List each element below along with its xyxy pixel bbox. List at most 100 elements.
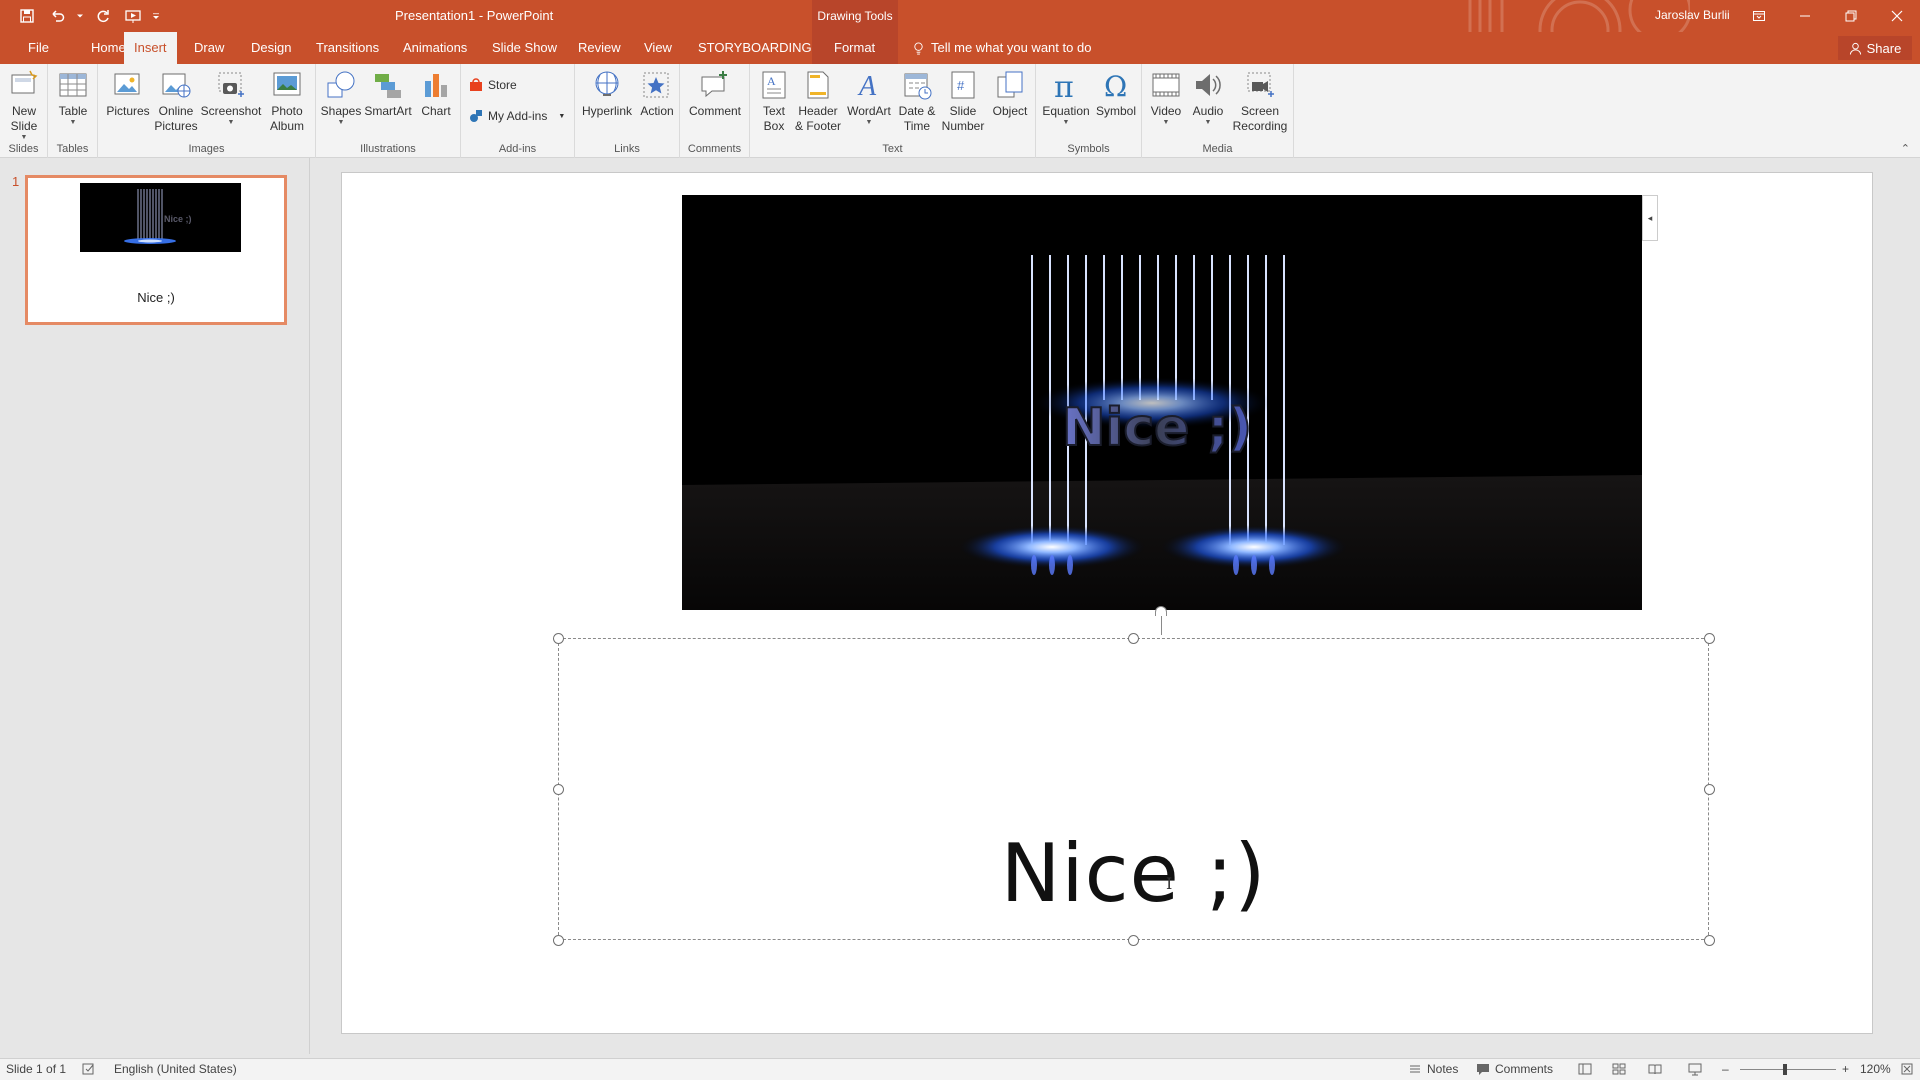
smartart-button[interactable]: SmartArt (363, 68, 413, 119)
ribbon-display-options-button[interactable] (1736, 0, 1782, 32)
zoom-slider-thumb[interactable] (1783, 1064, 1787, 1075)
slide-number-button[interactable]: # Slide Number (940, 68, 986, 134)
chevron-down-icon: ▼ (1204, 119, 1212, 126)
tab-format[interactable]: Format (824, 32, 885, 64)
undo-icon[interactable] (44, 3, 70, 29)
my-add-ins-button[interactable]: My Add-ins ▼ (469, 109, 565, 123)
tab-review[interactable]: Review (568, 32, 631, 64)
action-button[interactable]: Action (637, 68, 677, 119)
online-pictures-button[interactable]: Online Pictures (154, 68, 198, 134)
new-slide-button[interactable]: New Slide ▼ (4, 68, 44, 142)
slide-sorter-icon[interactable] (1612, 1062, 1626, 1076)
tab-draw[interactable]: Draw (184, 32, 234, 64)
screenshot-icon (214, 68, 248, 102)
tab-slide-show[interactable]: Slide Show (482, 32, 567, 64)
comment-button[interactable]: Comment (686, 68, 744, 119)
notes-button[interactable]: Notes (1408, 1062, 1458, 1076)
audio-button[interactable]: Audio ▼ (1188, 68, 1228, 127)
symbol-button[interactable]: Ω Symbol (1094, 68, 1138, 119)
photo-album-button[interactable]: Photo Album (262, 68, 312, 134)
reading-view-icon[interactable] (1648, 1062, 1662, 1076)
equation-button[interactable]: π Equation ▼ (1038, 68, 1094, 127)
resize-handle-bottom-left[interactable] (553, 935, 564, 946)
customize-qat-icon[interactable] (150, 3, 162, 29)
text-placeholder[interactable]: Nice ;) (558, 638, 1709, 940)
zoom-slider[interactable] (1740, 1069, 1836, 1070)
shapes-button[interactable]: Shapes ▼ (320, 68, 362, 127)
date-time-button[interactable]: Date & Time (894, 68, 940, 134)
resize-handle-right[interactable] (1704, 784, 1715, 795)
comments-button[interactable]: Comments (1476, 1062, 1553, 1076)
hyperlink-icon (590, 68, 624, 102)
group-media: Video ▼ Audio ▼ Screen Recording Media (1142, 64, 1294, 158)
video-button[interactable]: Video ▼ (1144, 68, 1188, 127)
date-time-label-2: Time (903, 119, 931, 133)
notes-label: Notes (1427, 1062, 1459, 1076)
collapse-ribbon-chevron-icon[interactable]: ⌃ (1901, 142, 1910, 155)
group-label-illustrations: Illustrations (360, 143, 416, 155)
language-indicator[interactable]: English (United States) (114, 1062, 237, 1076)
slide-show-icon[interactable] (1688, 1062, 1702, 1076)
start-from-beginning-icon[interactable] (120, 3, 146, 29)
screenshot-button[interactable]: Screenshot ▼ (201, 68, 261, 127)
picture-side-handle[interactable]: ◂ (1642, 195, 1658, 241)
hyperlink-button[interactable]: Hyperlink (579, 68, 635, 119)
tell-me-text: Tell me what you want to do (931, 40, 1092, 55)
resize-handle-top[interactable] (1128, 633, 1139, 644)
rotation-handle[interactable] (1155, 606, 1167, 616)
chart-button[interactable]: Chart (417, 68, 455, 119)
tab-file[interactable]: File (18, 32, 59, 64)
wordart-button[interactable]: A WordArt ▼ (846, 68, 892, 127)
pictures-label: Pictures (106, 104, 150, 118)
store-button[interactable]: Store (469, 78, 517, 92)
tab-storyboarding[interactable]: STORYBOARDING (688, 32, 822, 64)
tab-insert[interactable]: Insert (124, 32, 177, 65)
slide-picture-art: Nice ;) (682, 195, 1642, 610)
group-comments: Comment Comments (680, 64, 750, 158)
zoom-out-button[interactable]: – (1722, 1062, 1729, 1076)
group-label-media: Media (1202, 143, 1233, 155)
screen-recording-button[interactable]: Screen Recording (1230, 68, 1290, 134)
fit-to-window-icon[interactable] (1900, 1062, 1914, 1076)
slide-picture[interactable]: Nice ;) (682, 195, 1642, 610)
new-slide-label-1: New (11, 104, 36, 118)
tab-view[interactable]: View (634, 32, 682, 64)
add-ins-icon (470, 110, 482, 122)
slide-number-icon: # (946, 68, 980, 102)
wordart-label: WordArt (847, 104, 891, 118)
table-button[interactable]: Table ▼ (54, 68, 92, 127)
save-icon[interactable] (14, 3, 40, 29)
tab-design[interactable]: Design (241, 32, 301, 64)
group-tables: Table ▼ Tables (48, 64, 98, 158)
new-slide-label-2: Slide (10, 119, 38, 133)
resize-handle-top-left[interactable] (553, 633, 564, 644)
resize-handle-bottom-right[interactable] (1704, 935, 1715, 946)
slide-canvas[interactable]: Nice ;) ◂ Nice ;) I (341, 172, 1873, 1034)
tell-me-search[interactable]: Tell me what you want to do (912, 32, 1091, 64)
resize-handle-bottom[interactable] (1128, 935, 1139, 946)
text-placeholder-content[interactable]: Nice ;) (559, 829, 1708, 919)
restore-button[interactable] (1828, 0, 1874, 32)
resize-handle-top-right[interactable] (1704, 633, 1715, 644)
zoom-level[interactable]: 120% (1860, 1062, 1891, 1076)
smartart-label: SmartArt (364, 104, 412, 118)
slide-thumbnail[interactable]: Nice ;) Nice ;) (25, 175, 287, 325)
pictures-button[interactable]: Pictures (106, 68, 150, 119)
spell-check-icon[interactable] (82, 1062, 96, 1076)
share-button[interactable]: Share (1838, 36, 1912, 60)
object-button[interactable]: Object (988, 68, 1032, 119)
tab-animations[interactable]: Animations (393, 32, 477, 64)
chevron-down-icon: ▼ (69, 119, 77, 126)
redo-icon[interactable] (90, 3, 116, 29)
signed-in-user[interactable]: Jaroslav Burlii (1655, 8, 1730, 22)
resize-handle-left[interactable] (553, 784, 564, 795)
document-title: Presentation1 - PowerPoint (395, 8, 554, 23)
undo-dropdown-icon[interactable] (74, 3, 86, 29)
zoom-in-button[interactable]: + (1842, 1062, 1849, 1076)
close-button[interactable] (1874, 0, 1920, 32)
tab-transitions[interactable]: Transitions (306, 32, 389, 64)
minimize-button[interactable] (1782, 0, 1828, 32)
text-box-button[interactable]: A Text Box (754, 68, 794, 134)
header-footer-button[interactable]: Header & Footer (794, 68, 842, 134)
normal-view-icon[interactable] (1578, 1062, 1592, 1076)
